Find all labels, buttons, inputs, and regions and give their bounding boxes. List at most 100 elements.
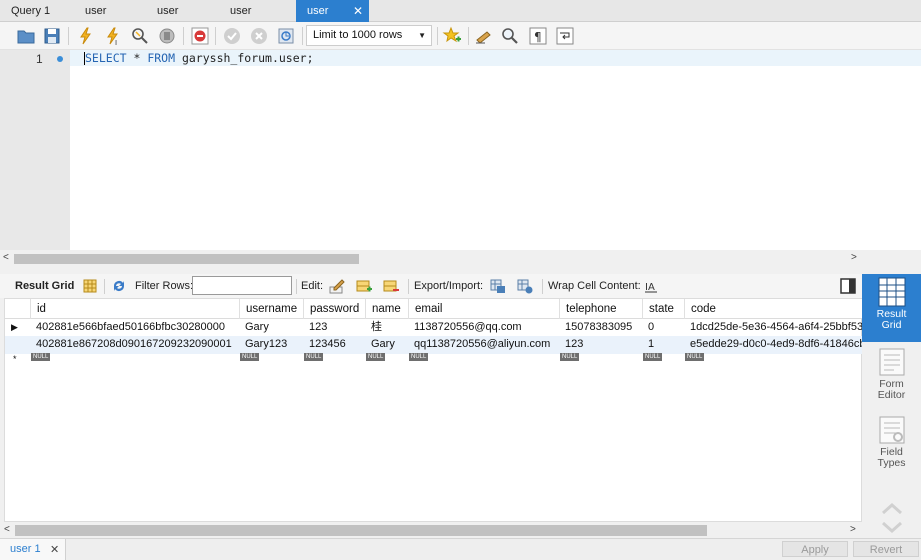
grid-header-row: id username password name email telephon… xyxy=(5,299,863,319)
tab-query-1[interactable]: Query 1 xyxy=(0,0,80,22)
tab-user-3[interactable]: user xyxy=(219,0,289,22)
result-grid-panel-button[interactable]: Result Grid xyxy=(862,274,921,342)
scroll-right-icon[interactable]: > xyxy=(851,252,857,263)
scroll-right-icon[interactable]: > xyxy=(850,524,856,535)
tab-user-1[interactable]: user xyxy=(74,0,144,22)
new-row-marker-icon: * xyxy=(13,354,17,364)
close-icon[interactable]: ✕ xyxy=(50,543,59,556)
panel-button-label: Result Grid xyxy=(876,308,907,331)
svg-text:¶: ¶ xyxy=(534,30,542,44)
revert-button[interactable]: Revert xyxy=(853,541,919,557)
table-cell[interactable]: 123 xyxy=(560,336,643,354)
table-cell[interactable]: e5edde29-d0c0-4ed9-8df6-41846cbf xyxy=(685,336,863,354)
rollback-icon[interactable] xyxy=(249,26,269,46)
save-icon[interactable] xyxy=(42,26,62,46)
table-cell[interactable]: 1138720556@qq.com xyxy=(409,319,560,337)
find-icon[interactable] xyxy=(500,26,520,46)
toolbar-separator xyxy=(437,27,438,45)
table-cell[interactable]: 1 xyxy=(643,336,685,354)
autocommit-icon[interactable] xyxy=(276,26,296,46)
toolbar-separator xyxy=(468,27,469,45)
null-badge: NULL xyxy=(409,353,429,361)
toolbar-separator xyxy=(104,279,105,294)
null-badge: NULL xyxy=(304,353,324,361)
new-row[interactable]: * NULL NULL NULL NULL NULL NULL NULL NUL… xyxy=(5,353,863,365)
table-cell[interactable]: 1dcd25de-5e36-4564-a6f4-25bbf532 xyxy=(685,319,863,337)
toggle-panel-icon[interactable] xyxy=(840,278,856,294)
wrap-icon[interactable] xyxy=(555,26,575,46)
grid-horizontal-scrollbar[interactable]: < > xyxy=(0,522,862,538)
editor-horizontal-scrollbar[interactable]: < > xyxy=(0,250,862,267)
column-header-code[interactable]: code xyxy=(685,299,863,319)
result-grid-label: Result Grid xyxy=(15,280,75,292)
limit-rows-value: Limit to 1000 rows xyxy=(313,29,403,41)
field-types-panel-button[interactable]: Field Types xyxy=(862,412,921,480)
export-icon[interactable] xyxy=(490,278,506,294)
table-cell[interactable]: 15078383095 xyxy=(560,319,643,337)
scrollbar-thumb[interactable] xyxy=(14,254,359,264)
column-header-state[interactable]: state xyxy=(643,299,685,319)
toggle-error-stop-icon[interactable] xyxy=(190,26,210,46)
table-cell[interactable]: 123456 xyxy=(304,336,366,354)
limit-rows-select[interactable]: Limit to 1000 rows ▼ xyxy=(306,25,432,46)
table-cell[interactable]: Gary123 xyxy=(240,336,304,354)
bookmark-icon[interactable] xyxy=(442,26,462,46)
result-grid-icon xyxy=(878,277,905,307)
execute-icon[interactable] xyxy=(76,26,96,46)
tab-user-2[interactable]: user xyxy=(146,0,216,22)
table-cell[interactable]: 0 xyxy=(643,319,685,337)
sql-statement[interactable]: SELECT * FROM garyssh_forum.user; xyxy=(85,51,314,65)
table-cell[interactable]: 402881e566bfaed50166bfbc30280000 xyxy=(31,319,240,337)
column-header-name[interactable]: name xyxy=(366,299,409,319)
sql-editor[interactable]: SELECT * FROM garyssh_forum.user; xyxy=(70,50,921,250)
result-grid[interactable]: id username password name email telephon… xyxy=(4,298,863,522)
column-header-id[interactable]: id xyxy=(31,299,240,319)
table-cell[interactable]: qq1138720556@aliyun.com xyxy=(409,336,560,354)
table-cell[interactable]: 402881e867208d090167209232090001 xyxy=(31,336,240,354)
edit-row-icon[interactable] xyxy=(329,278,345,294)
apply-button[interactable]: Apply xyxy=(782,541,848,557)
table-row[interactable]: ▶ 402881e566bfaed50166bfbc30280000 Gary … xyxy=(5,319,863,337)
open-folder-icon[interactable] xyxy=(16,26,36,46)
delete-row-icon[interactable] xyxy=(383,278,399,294)
sql-text: * xyxy=(126,51,148,65)
scroll-left-icon[interactable]: < xyxy=(4,524,10,535)
invisible-chars-icon[interactable]: ¶ xyxy=(528,26,548,46)
explain-icon[interactable] xyxy=(130,26,150,46)
table-cell[interactable]: 123 xyxy=(304,319,366,337)
form-editor-icon xyxy=(879,348,904,376)
column-header-password[interactable]: password xyxy=(304,299,366,319)
current-row-indicator-icon: ▶ xyxy=(11,322,18,332)
wrap-cell-icon[interactable]: IA xyxy=(643,278,659,294)
line-number: 1 xyxy=(36,52,43,66)
tab-user-active[interactable]: user ✕ xyxy=(296,0,369,22)
scroll-left-icon[interactable]: < xyxy=(3,252,9,263)
column-header-telephone[interactable]: telephone xyxy=(560,299,643,319)
result-tab[interactable]: user 1 ✕ xyxy=(0,539,66,560)
table-cell[interactable]: 桂 xyxy=(366,319,409,337)
execute-current-icon[interactable]: I xyxy=(103,26,123,47)
scrollbar-thumb[interactable] xyxy=(15,525,707,536)
filter-rows-input[interactable] xyxy=(192,276,292,295)
result-tab-label: user 1 xyxy=(10,543,41,555)
table-row[interactable]: 402881e867208d090167209232090001 Gary123… xyxy=(5,336,863,354)
toolbar-separator xyxy=(302,27,303,45)
stop-icon[interactable] xyxy=(157,26,177,46)
panel-scroll-chevrons-icon[interactable] xyxy=(880,500,904,536)
null-badge: NULL xyxy=(366,353,386,361)
table-cell[interactable]: Gary xyxy=(366,336,409,354)
grid-icon[interactable] xyxy=(82,278,98,294)
toolbar-separator xyxy=(542,279,543,294)
table-cell[interactable]: Gary xyxy=(240,319,304,337)
null-badge: NULL xyxy=(643,353,663,361)
column-header-email[interactable]: email xyxy=(409,299,560,319)
column-header-username[interactable]: username xyxy=(240,299,304,319)
refresh-icon[interactable] xyxy=(111,278,127,294)
null-badge: NULL xyxy=(240,353,260,361)
import-icon[interactable] xyxy=(517,278,533,294)
form-editor-panel-button[interactable]: Form Editor xyxy=(862,344,921,412)
commit-icon[interactable] xyxy=(222,26,242,46)
close-tab-icon[interactable]: ✕ xyxy=(353,0,363,22)
beautify-icon[interactable] xyxy=(474,26,494,46)
insert-row-icon[interactable] xyxy=(356,278,372,294)
